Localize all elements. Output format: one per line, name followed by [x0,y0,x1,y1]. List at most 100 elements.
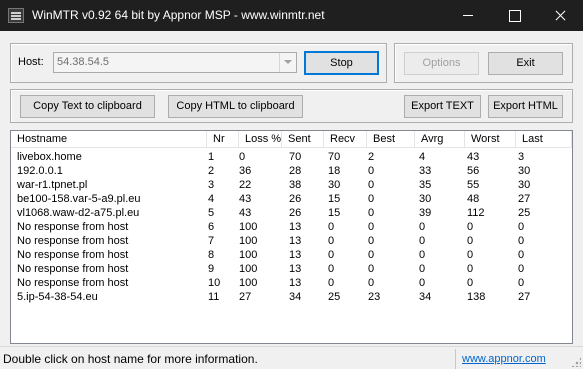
export-text-button[interactable]: Export TEXT [404,95,481,118]
cell-sent: 13 [289,249,302,261]
column-header-last[interactable]: Last [516,131,572,148]
cell-best: 0 [368,235,375,247]
copy-html-button[interactable]: Copy HTML to clipboard [168,95,303,118]
cell-nr: 4 [208,193,215,205]
cell-best: 0 [368,179,375,191]
cell-hostname[interactable]: be100-158.var-5-a9.pl.eu [17,192,141,206]
table-row[interactable]: No response from host 10 100 13 0 0 0 0 0 [11,276,572,290]
table-row[interactable]: No response from host 8 100 13 0 0 0 0 0 [11,248,572,262]
cell-sent: 13 [289,235,302,247]
cell-hostname[interactable]: war-r1.tpnet.pl [17,178,87,192]
table-row[interactable]: No response from host 9 100 13 0 0 0 0 0 [11,262,572,276]
table-row[interactable]: war-r1.tpnet.pl 3 22 38 30 0 35 55 30 [11,178,572,192]
minimize-icon[interactable] [445,0,491,31]
cell-hostname[interactable]: No response from host [17,276,128,290]
cell-nr: 7 [208,235,215,247]
cell-hostname[interactable]: No response from host [17,234,128,248]
cell-worst: 0 [467,235,474,247]
cell-recv: 25 [328,291,341,303]
cell-sent: 13 [289,221,302,233]
trace-table[interactable]: Hostname Nr Loss % Sent Recv Best Avrg Worst Las… [10,130,573,344]
table-row[interactable]: vl1068.waw-d2-a75.pl.eu 5 43 26 15 0 39 112 25 [11,206,572,220]
cell-recv: 0 [328,235,335,247]
column-header-avrg[interactable]: Avrg [415,131,465,148]
exit-button[interactable]: Exit [488,52,563,75]
stop-button[interactable]: Stop [304,51,379,75]
cell-last: 0 [518,277,525,289]
cell-recv: 18 [328,165,341,177]
cell-nr: 5 [208,207,215,219]
options-button[interactable]: Options [404,52,479,75]
cell-sent: 38 [289,179,302,191]
table-row[interactable]: No response from host 7 100 13 0 0 0 0 0 [11,234,572,248]
cell-nr: 6 [208,221,215,233]
cell-nr: 9 [208,263,215,275]
cell-last: 27 [518,291,531,303]
copy-text-button[interactable]: Copy Text to clipboard [20,95,155,118]
cell-sent: 13 [289,277,302,289]
cell-loss: 100 [239,235,258,247]
cell-last: 0 [518,235,525,247]
table-row[interactable]: 192.0.0.1 2 36 28 18 0 33 56 30 [11,164,572,178]
cell-nr: 8 [208,249,215,261]
cell-worst: 0 [467,263,474,275]
cell-last: 27 [518,193,531,205]
cell-hostname[interactable]: No response from host [17,220,128,234]
cell-sent: 26 [289,193,302,205]
column-header-best[interactable]: Best [367,131,415,148]
cell-worst: 0 [467,277,474,289]
cell-worst: 48 [467,193,480,205]
cell-nr: 1 [208,151,215,163]
status-bar: Double click on host name for more infor… [0,346,583,369]
column-header-loss[interactable]: Loss % [239,131,282,148]
cell-loss: 27 [239,291,252,303]
maximize-icon[interactable] [491,0,537,31]
table-row[interactable]: livebox.home 1 0 70 70 2 4 43 3 [11,150,572,164]
cell-avrg: 4 [419,151,426,163]
appnor-link[interactable]: www.appnor.com [462,352,546,366]
cell-best: 0 [368,221,375,233]
host-label: Host: [18,56,44,68]
cell-loss: 100 [239,277,258,289]
cell-hostname[interactable]: 5.ip-54-38-54.eu [17,290,98,304]
cell-best: 0 [368,165,375,177]
cell-hostname[interactable]: No response from host [17,248,128,262]
table-row[interactable]: No response from host 6 100 13 0 0 0 0 0 [11,220,572,234]
column-header-nr[interactable]: Nr [207,131,239,148]
cell-last: 0 [518,263,525,275]
table-row[interactable]: 5.ip-54-38-54.eu 11 27 34 25 23 34 138 27 [11,290,572,304]
host-combobox[interactable]: 54.38.54.5 [53,52,297,73]
cell-loss: 36 [239,165,252,177]
cell-last: 30 [518,165,531,177]
column-header-recv[interactable]: Recv [324,131,367,148]
host-input[interactable]: 54.38.54.5 [57,56,109,69]
cell-avrg: 34 [419,291,432,303]
cell-sent: 26 [289,207,302,219]
cell-recv: 0 [328,277,335,289]
cell-recv: 70 [328,151,341,163]
cell-loss: 0 [239,151,246,163]
column-header-sent[interactable]: Sent [282,131,324,148]
close-icon[interactable] [537,0,583,31]
table-row[interactable]: be100-158.var-5-a9.pl.eu 4 43 26 15 0 30 48 27 [11,192,572,206]
cell-last: 25 [518,207,531,219]
export-html-button[interactable]: Export HTML [488,95,563,118]
cell-nr: 2 [208,165,215,177]
cell-recv: 15 [328,193,341,205]
cell-hostname[interactable]: 192.0.0.1 [17,164,63,178]
cell-hostname[interactable]: No response from host [17,262,128,276]
status-separator [455,349,456,369]
table-header: Hostname Nr Loss % Sent Recv Best Avrg Worst Las… [11,131,572,148]
chevron-down-icon[interactable] [279,53,296,72]
cell-hostname[interactable]: livebox.home [17,150,82,164]
column-header-worst[interactable]: Worst [465,131,516,148]
cell-hostname[interactable]: vl1068.waw-d2-a75.pl.eu [17,206,139,220]
cell-recv: 0 [328,249,335,261]
cell-loss: 43 [239,193,252,205]
cell-recv: 0 [328,221,335,233]
cell-last: 3 [518,151,525,163]
cell-last: 0 [518,249,525,261]
column-header-hostname[interactable]: Hostname [11,131,207,148]
cell-avrg: 30 [419,193,432,205]
resize-grip-icon[interactable] [571,357,581,367]
